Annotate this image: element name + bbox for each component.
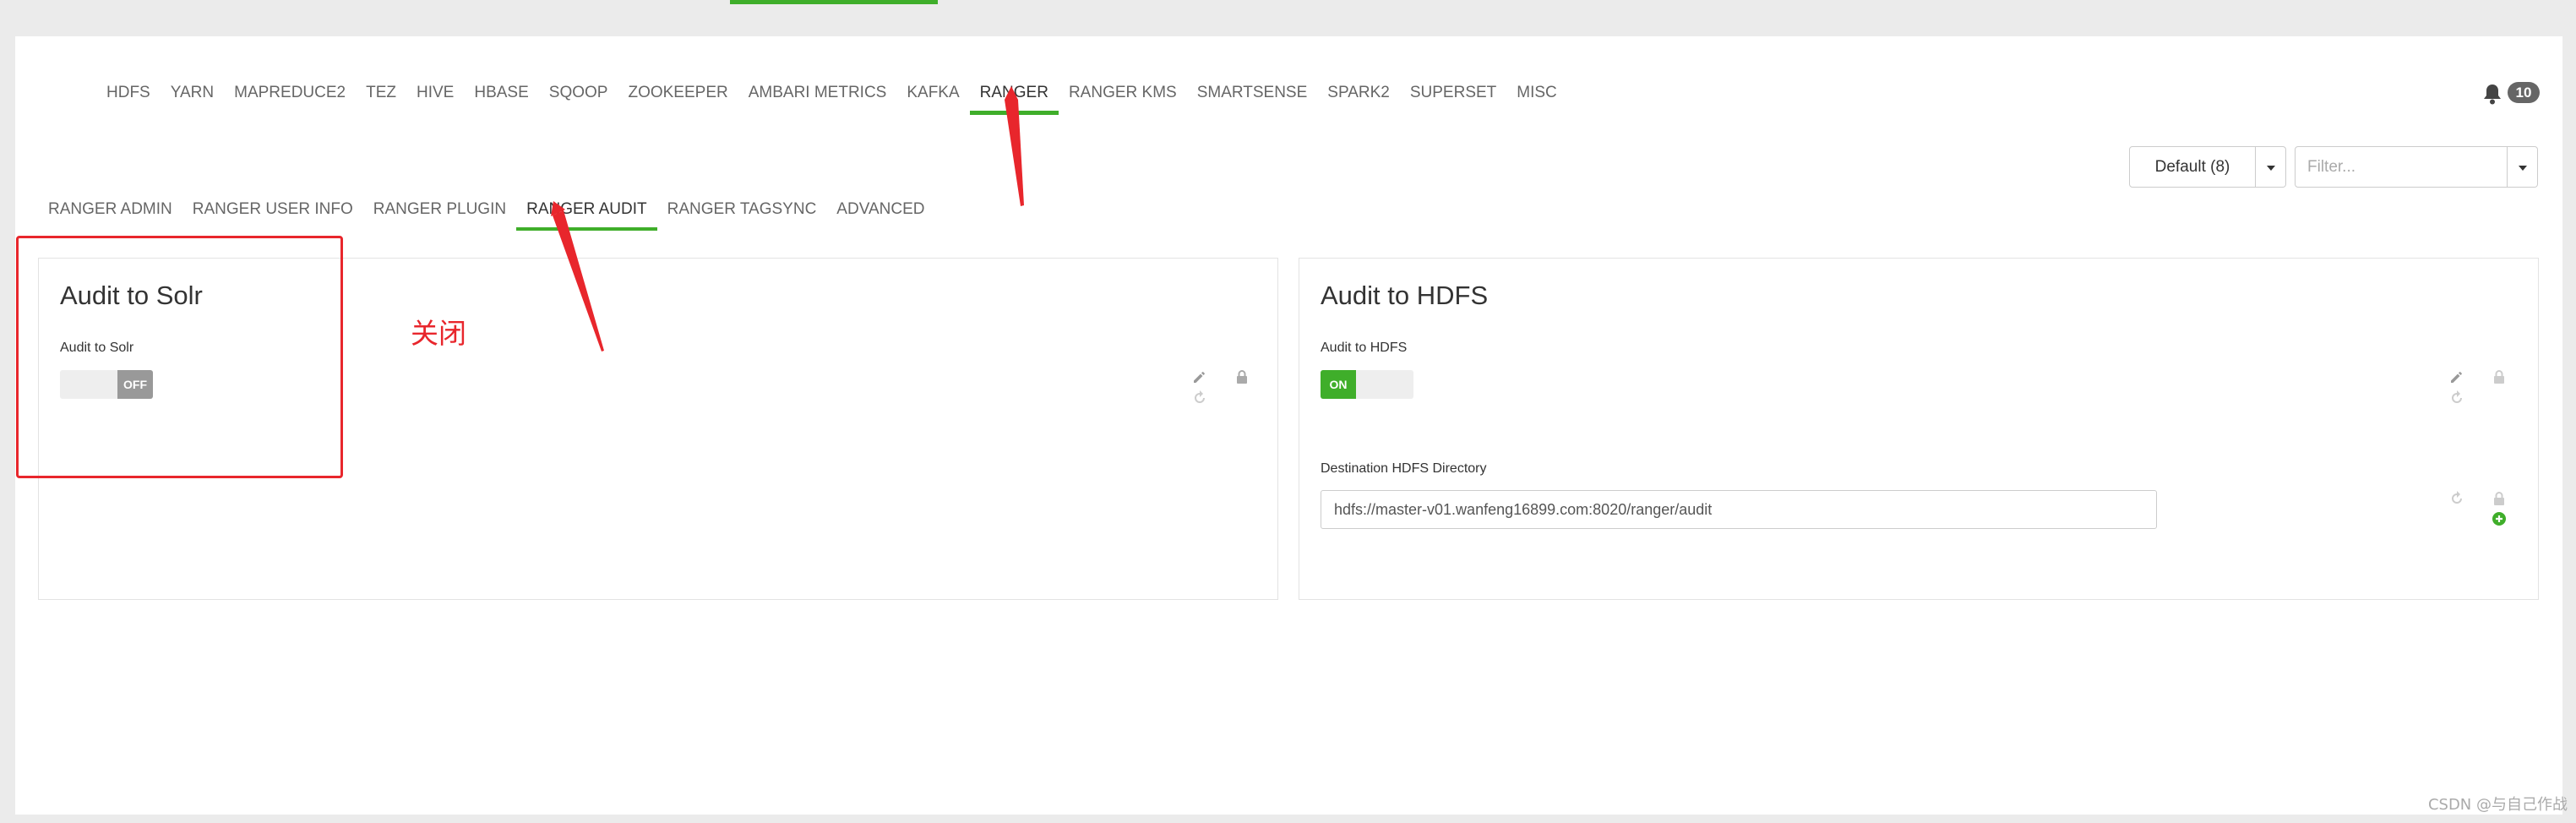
bell-icon[interactable] bbox=[2482, 83, 2502, 105]
edit-icon[interactable] bbox=[2448, 368, 2465, 385]
undo-icon[interactable] bbox=[2448, 490, 2465, 507]
tab-smartsense[interactable]: SMARTSENSE bbox=[1187, 76, 1318, 112]
filter-dropdown[interactable] bbox=[2508, 146, 2538, 188]
filter-control bbox=[2295, 146, 2538, 188]
tab-mapreduce2[interactable]: MAPREDUCE2 bbox=[224, 76, 356, 112]
tab-sqoop[interactable]: SQOOP bbox=[539, 76, 618, 112]
lock-icon[interactable] bbox=[1234, 368, 1250, 385]
panel-title: Audit to HDFS bbox=[1321, 281, 1489, 310]
audit-to-hdfs-label: Audit to HDFS bbox=[1321, 341, 1408, 355]
tab-hbase[interactable]: HBASE bbox=[464, 76, 538, 112]
filter-input[interactable] bbox=[2295, 146, 2508, 188]
top-active-indicator bbox=[730, 0, 938, 4]
lock-icon[interactable] bbox=[2491, 490, 2508, 507]
caret-down-icon bbox=[2518, 165, 2527, 171]
audit-to-hdfs-toggle[interactable]: ON bbox=[1321, 370, 1413, 399]
undo-icon[interactable] bbox=[1191, 390, 1208, 406]
watermark: CSDN @与自己作战 bbox=[2427, 796, 2568, 814]
tab-yarn[interactable]: YARN bbox=[161, 76, 224, 112]
tab-spark2[interactable]: SPARK2 bbox=[1317, 76, 1400, 112]
tab-kafka[interactable]: KAFKA bbox=[896, 76, 969, 112]
config-group-button[interactable]: Default (8) bbox=[2129, 146, 2256, 188]
subtab-ranger-plugin[interactable]: RANGER PLUGIN bbox=[363, 193, 516, 228]
tab-ranger[interactable]: RANGER bbox=[969, 76, 1059, 115]
edit-icon[interactable] bbox=[1191, 368, 1208, 385]
toggle-state: ON bbox=[1321, 370, 1356, 399]
service-tabs: HDFS YARN MAPREDUCE2 TEZ HIVE HBASE SQOOP ZOOKE… bbox=[96, 76, 1567, 115]
subtab-ranger-admin[interactable]: RANGER ADMIN bbox=[38, 193, 182, 228]
config-group-dropdown[interactable] bbox=[2256, 146, 2286, 188]
destination-hdfs-directory-label: Destination HDFS Directory bbox=[1321, 461, 1487, 476]
tab-misc[interactable]: MISC bbox=[1506, 76, 1567, 112]
subtab-ranger-tagsync[interactable]: RANGER TAGSYNC bbox=[657, 193, 827, 228]
tab-ambari-metrics[interactable]: AMBARI METRICS bbox=[738, 76, 897, 112]
lock-icon[interactable] bbox=[2491, 368, 2508, 385]
notification-count-badge[interactable]: 10 bbox=[2508, 82, 2540, 103]
tab-ranger-kms[interactable]: RANGER KMS bbox=[1059, 76, 1187, 112]
undo-icon[interactable] bbox=[2448, 390, 2465, 406]
ranger-config-tabs: RANGER ADMIN RANGER USER INFO RANGER PLUGI… bbox=[38, 193, 934, 231]
audit-to-hdfs-panel: Audit to HDFS Audit to HDFS ON Destinati… bbox=[1299, 258, 2539, 600]
annotation-label: 关闭 bbox=[411, 317, 466, 350]
tab-superset[interactable]: SUPERSET bbox=[1400, 76, 1506, 112]
subtab-ranger-audit[interactable]: RANGER AUDIT bbox=[516, 193, 657, 231]
add-icon[interactable] bbox=[2491, 510, 2508, 527]
subtab-ranger-user-info[interactable]: RANGER USER INFO bbox=[182, 193, 363, 228]
annotation-highlight-box bbox=[16, 236, 343, 478]
subtab-advanced[interactable]: ADVANCED bbox=[826, 193, 934, 228]
tab-hive[interactable]: HIVE bbox=[406, 76, 464, 112]
destination-hdfs-directory-input[interactable] bbox=[1321, 490, 2157, 529]
caret-down-icon bbox=[2266, 165, 2275, 171]
config-group-selector: Default (8) bbox=[2129, 146, 2286, 188]
tab-hdfs[interactable]: HDFS bbox=[96, 76, 161, 112]
tab-tez[interactable]: TEZ bbox=[356, 76, 406, 112]
tab-zookeeper[interactable]: ZOOKEEPER bbox=[618, 76, 738, 112]
